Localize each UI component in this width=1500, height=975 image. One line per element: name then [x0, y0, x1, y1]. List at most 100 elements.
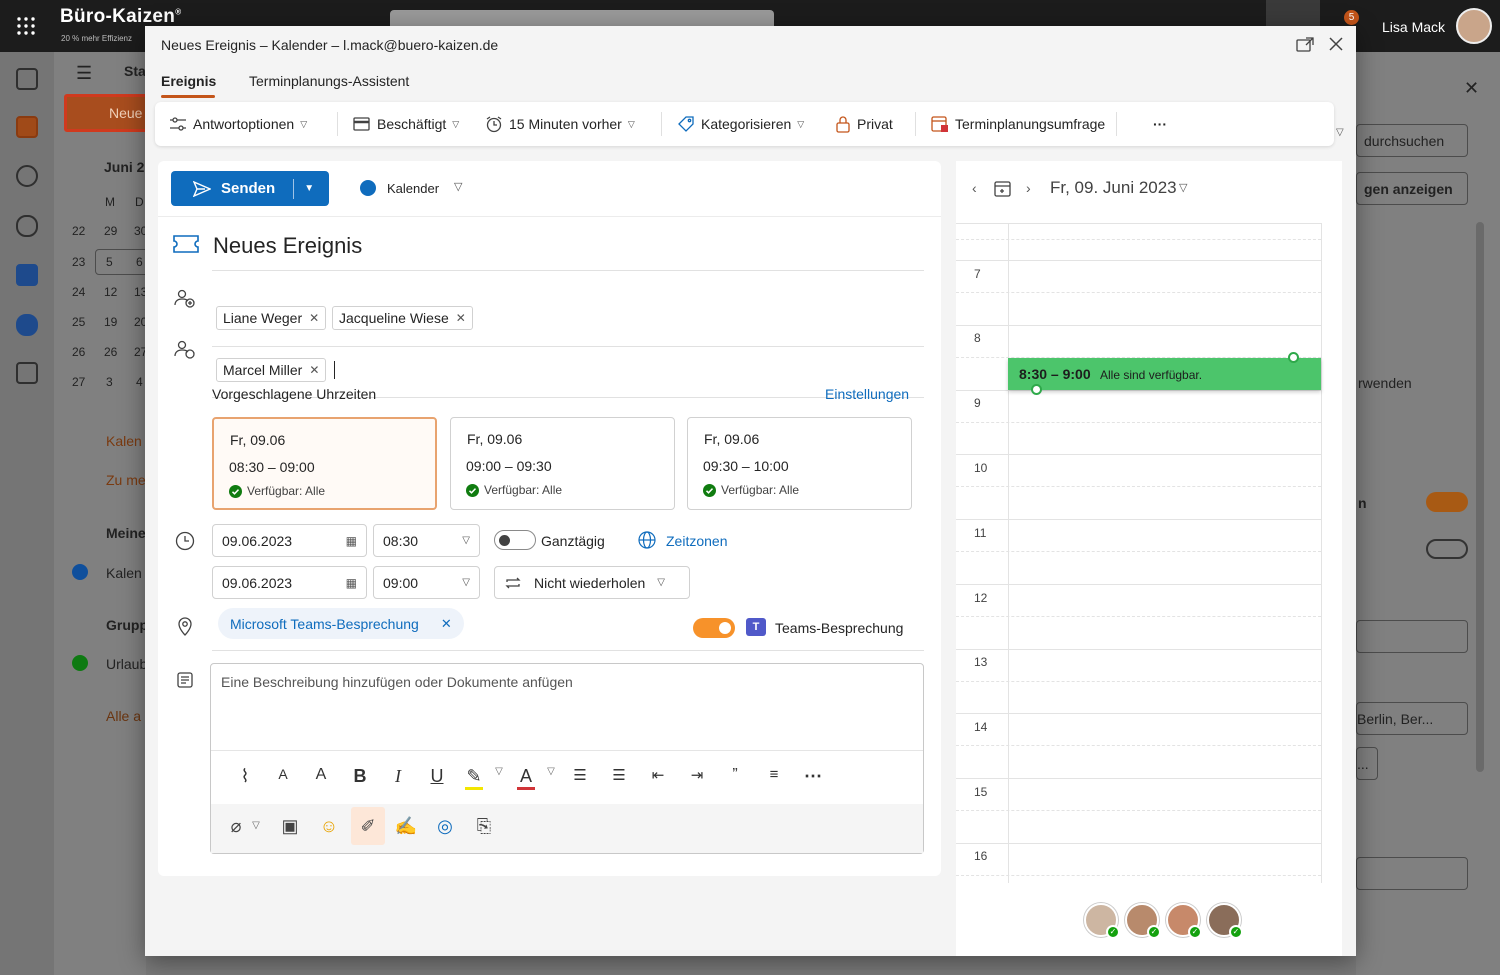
show-as-button[interactable]: Beschäftigt ▽ — [353, 102, 459, 146]
my-calendars-heading[interactable]: Meine — [106, 525, 146, 541]
chevron-down-icon[interactable]: ▽ — [539, 766, 563, 777]
resize-handle-top[interactable] — [1288, 352, 1299, 363]
popout-icon[interactable] — [1296, 37, 1314, 53]
attendee-chip[interactable]: Jacqueline Wiese ✕ — [332, 306, 473, 330]
attachment-icon[interactable] — [16, 215, 38, 237]
new-event-button[interactable]: Neue — [64, 94, 154, 132]
attendee-avatar[interactable]: ✓ — [1125, 903, 1161, 939]
categorize-button[interactable]: Kategorisieren ▽ — [677, 102, 804, 146]
mini-cal-day[interactable]: 29 — [104, 224, 117, 238]
remove-icon[interactable]: ✕ — [309, 363, 319, 377]
send-options-chevron-icon[interactable]: ▼ — [304, 183, 314, 194]
chevron-down-icon[interactable]: ▽ — [487, 766, 511, 777]
attendee-avatar[interactable]: ✓ — [1084, 903, 1120, 939]
bold-icon[interactable]: B — [348, 766, 372, 787]
next-day-icon[interactable]: › — [1026, 180, 1031, 196]
calendar-picker-icon[interactable]: ▦ — [346, 576, 357, 590]
outdent-icon[interactable]: ⇤ — [646, 766, 670, 784]
send-button[interactable]: Senden ▼ — [171, 171, 329, 206]
chevron-down-icon[interactable]: ▽ — [454, 180, 462, 193]
description-editor[interactable]: Eine Beschreibung hinzufügen oder Dokume… — [210, 663, 924, 854]
all-day-toggle[interactable] — [494, 530, 536, 550]
attendee-avatar[interactable]: ✓ — [1166, 903, 1202, 939]
close-icon[interactable] — [1328, 36, 1344, 52]
mini-cal-day[interactable]: 3 — [106, 375, 113, 389]
more-apps-icon[interactable] — [16, 362, 38, 384]
attendee-avatar[interactable]: ✓ — [1207, 903, 1243, 939]
signature-icon[interactable]: ✍ — [393, 816, 419, 837]
more-options-button[interactable]: ··· — [1153, 102, 1167, 146]
toolbar-collapse-icon[interactable]: ▽ — [1336, 127, 1344, 138]
font-size-icon[interactable]: A — [271, 766, 295, 782]
suggested-slot-card[interactable]: Fr, 09.06 08:30 – 09:00 Verfügbar: Alle — [212, 417, 437, 510]
end-date-field[interactable]: 09.06.2023 ▦ — [212, 566, 367, 599]
chevron-down-icon[interactable]: ▽ — [1179, 181, 1187, 194]
settings-link[interactable]: Einstellungen — [825, 386, 909, 402]
remove-icon[interactable]: ✕ — [441, 616, 452, 632]
numbered-list-icon[interactable]: ☰ — [607, 766, 631, 784]
reminder-button[interactable]: 15 Minuten vorher ▽ — [485, 102, 635, 146]
start-time-field[interactable]: 08:30 ▽ — [373, 524, 480, 557]
proposed-time-block[interactable]: 8:30 – 9:00 Alle sind verfügbar. — [1008, 352, 1321, 395]
format-painter-icon[interactable]: ⌇ — [233, 766, 257, 787]
teams-meeting-toggle[interactable] — [693, 618, 735, 638]
underline-icon[interactable]: U — [425, 766, 449, 787]
close-pane-icon[interactable]: ✕ — [1464, 78, 1479, 99]
ink-icon[interactable]: ✐ — [351, 807, 385, 845]
end-time-field[interactable]: 09:00 ▽ — [373, 566, 480, 599]
timezones-link[interactable]: Zeitzonen — [666, 533, 727, 549]
calendar-checked-icon[interactable] — [72, 564, 88, 580]
response-options-button[interactable]: Antwortoptionen ▽ — [169, 102, 307, 146]
previous-day-icon[interactable]: ‹ — [972, 180, 977, 196]
location-chip[interactable]: Microsoft Teams-Besprechung ✕ — [218, 608, 464, 639]
remove-icon[interactable]: ✕ — [309, 311, 319, 325]
go-to-today-icon[interactable] — [994, 180, 1011, 197]
mini-cal-day[interactable]: 5 — [106, 255, 113, 269]
mini-cal-day[interactable]: 26 — [104, 345, 117, 359]
quote-icon[interactable]: ” — [723, 766, 747, 784]
start-date-field[interactable]: 09.06.2023 ▦ — [212, 524, 367, 557]
resize-handle-bottom[interactable] — [1031, 384, 1042, 395]
font-color-icon[interactable]: A — [517, 766, 535, 790]
align-icon[interactable]: ≡ — [762, 766, 786, 783]
search-pane-button[interactable]: durchsuchen — [1356, 124, 1468, 157]
more-formatting-icon[interactable]: ⋯ — [801, 766, 825, 787]
tab-event[interactable]: Ereignis — [161, 73, 216, 89]
day-date-label[interactable]: Fr, 09. Juni 2023 — [1050, 178, 1177, 198]
suggested-slot-card[interactable]: Fr, 09.06 09:30 – 10:00 Verfügbar: Alle — [687, 417, 912, 510]
bullet-list-icon[interactable]: ☰ — [568, 766, 592, 784]
people-icon[interactable] — [16, 165, 38, 187]
pane-more-button[interactable]: ... — [1356, 747, 1378, 780]
hamburger-icon[interactable]: ☰ — [76, 63, 92, 84]
chevron-down-icon[interactable]: ▽ — [243, 820, 269, 831]
onedrive-icon[interactable] — [16, 314, 38, 336]
suggested-slot-card[interactable]: Fr, 09.06 09:00 – 09:30 Verfügbar: Alle — [450, 417, 675, 510]
user-avatar[interactable] — [1456, 8, 1492, 44]
event-title-input[interactable]: Neues Ereignis — [213, 233, 362, 259]
indent-icon[interactable]: ⇥ — [685, 766, 709, 784]
add-calendar-link[interactable]: Kalen — [106, 433, 142, 449]
mini-cal-day[interactable]: 4 — [136, 375, 143, 389]
tab-scheduling-assistant[interactable]: Terminplanungs-Assistent — [249, 73, 409, 89]
pane-toggle-on[interactable] — [1426, 492, 1468, 512]
teams-app-icon[interactable] — [16, 264, 38, 286]
emoji-icon[interactable]: ☺ — [316, 816, 342, 837]
pane-toggle-off[interactable] — [1426, 539, 1468, 559]
scheduling-poll-button[interactable]: Terminplanungsumfrage — [931, 102, 1105, 146]
attendee-chip[interactable]: Marcel Miller ✕ — [216, 358, 327, 382]
calendar-icon[interactable] — [16, 116, 38, 138]
vacation-item[interactable]: Urlaub — [106, 656, 147, 672]
grow-font-icon[interactable]: A — [309, 766, 333, 784]
app-launcher-icon[interactable] — [16, 16, 36, 36]
groups-heading[interactable]: Grupp — [106, 617, 148, 633]
calendar-selector[interactable]: Kalender — [387, 181, 439, 196]
user-name[interactable]: Lisa Mack — [1382, 19, 1445, 35]
location-dropdown[interactable]: Berlin, Ber... — [1356, 702, 1468, 735]
document-icon[interactable]: ⎘ — [471, 816, 497, 837]
pane-dropdown-2[interactable] — [1356, 857, 1468, 890]
pane-dropdown[interactable] — [1356, 620, 1468, 653]
calendar-picker-icon[interactable]: ▦ — [346, 534, 357, 548]
highlight-icon[interactable]: ✎ — [465, 766, 483, 790]
remove-icon[interactable]: ✕ — [456, 311, 466, 325]
mini-cal-day[interactable]: 12 — [104, 285, 117, 299]
